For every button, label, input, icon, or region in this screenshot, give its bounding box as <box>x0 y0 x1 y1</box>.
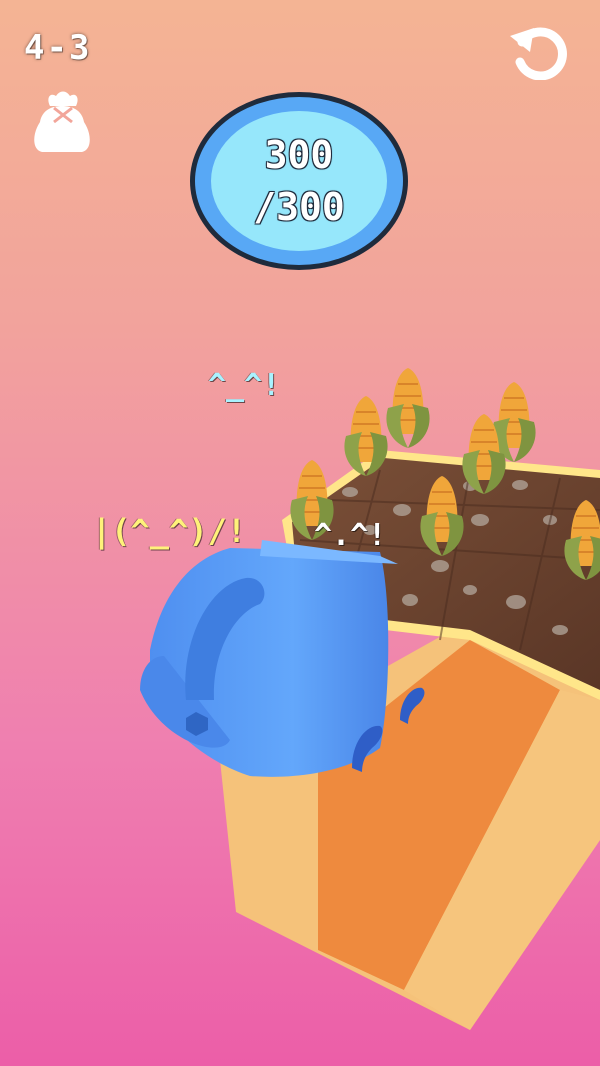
restart-icon[interactable] <box>508 22 570 80</box>
emote-text: |(^_^)/! <box>92 512 247 550</box>
emote-text: ^.^! <box>314 518 387 553</box>
seed-bag-icon[interactable] <box>26 88 98 156</box>
score-current: 300 <box>264 133 334 177</box>
level-label: 4-3 <box>24 28 92 68</box>
score-badge: 300 /300 <box>190 92 408 270</box>
score-total: /300 <box>253 185 345 229</box>
emote-text: ^_^! <box>208 368 281 403</box>
